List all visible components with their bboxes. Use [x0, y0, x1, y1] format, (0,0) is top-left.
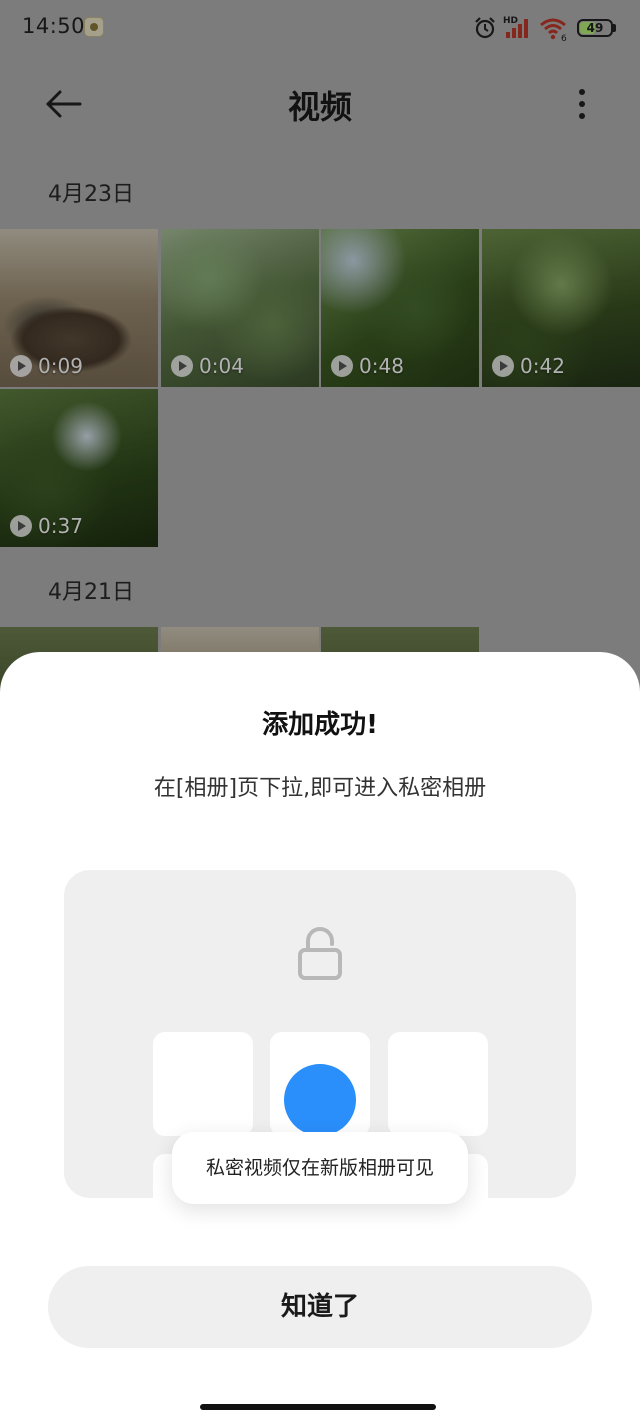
album-tile	[388, 1032, 488, 1136]
home-indicator[interactable]	[200, 1404, 436, 1410]
dialog-subtitle: 在[相册]页下拉,即可进入私密相册	[153, 776, 487, 801]
private-video-tooltip: 私密视频仅在新版相册可见	[172, 1132, 468, 1204]
dialog-title: 添加成功!	[262, 710, 378, 740]
success-bottom-sheet: 添加成功! 在[相册]页下拉,即可进入私密相册 私密视频仅在新版相册可见 知道了	[0, 652, 640, 1422]
lock-icon	[298, 927, 342, 980]
touch-indicator	[284, 1064, 356, 1136]
album-tile	[153, 1032, 253, 1136]
got-it-button[interactable]: 知道了	[48, 1266, 592, 1348]
